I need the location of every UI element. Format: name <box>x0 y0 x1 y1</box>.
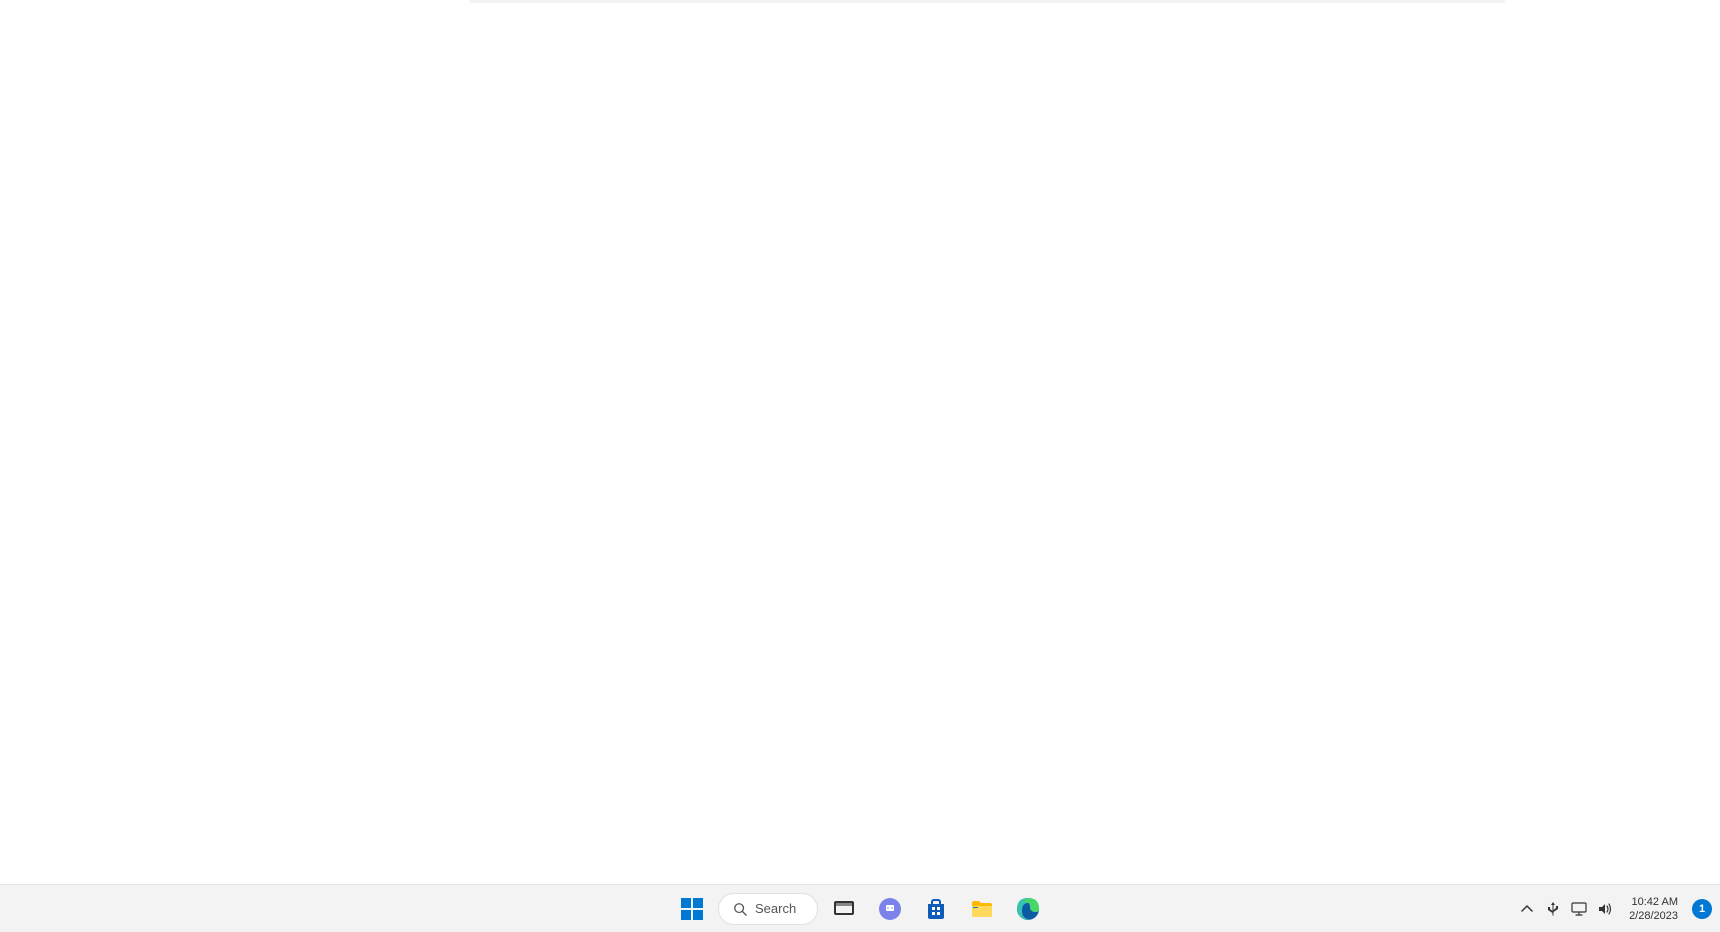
usb-icon <box>1545 901 1561 917</box>
start-button[interactable] <box>672 889 712 929</box>
file-explorer-button[interactable] <box>962 889 1002 929</box>
microsoft-store-button[interactable] <box>916 889 956 929</box>
taskbar-right-group: 10:42 AM 2/28/2023 1 <box>1515 885 1712 932</box>
task-view-button[interactable] <box>824 889 864 929</box>
desktop-area[interactable] <box>0 0 1720 884</box>
taskbar-center-group: Search <box>672 889 1048 929</box>
chat-button[interactable] <box>870 889 910 929</box>
notification-center-button[interactable]: 1 <box>1692 899 1712 919</box>
task-view-icon <box>832 897 856 921</box>
show-hidden-icons-button[interactable] <box>1515 889 1539 929</box>
clock-time: 10:42 AM <box>1632 895 1678 909</box>
taskbar: Search <box>0 884 1720 932</box>
volume-icon <box>1597 901 1613 917</box>
notification-count: 1 <box>1699 903 1705 915</box>
edge-icon <box>1016 897 1040 921</box>
display-tray-button[interactable] <box>1567 889 1591 929</box>
file-explorer-icon <box>970 897 994 921</box>
usb-tray-button[interactable] <box>1541 889 1565 929</box>
chat-icon <box>878 897 902 921</box>
search-icon <box>733 902 747 916</box>
system-tray <box>1515 889 1617 929</box>
edge-button[interactable] <box>1008 889 1048 929</box>
clock-button[interactable]: 10:42 AM 2/28/2023 <box>1621 889 1686 929</box>
window-title-edge <box>470 0 1505 3</box>
taskbar-search[interactable]: Search <box>718 893 818 925</box>
display-icon <box>1571 901 1587 917</box>
chevron-up-icon <box>1519 901 1535 917</box>
search-label: Search <box>755 901 796 916</box>
volume-tray-button[interactable] <box>1593 889 1617 929</box>
windows-start-icon <box>680 897 704 921</box>
microsoft-store-icon <box>924 897 948 921</box>
clock-date: 2/28/2023 <box>1629 909 1678 923</box>
